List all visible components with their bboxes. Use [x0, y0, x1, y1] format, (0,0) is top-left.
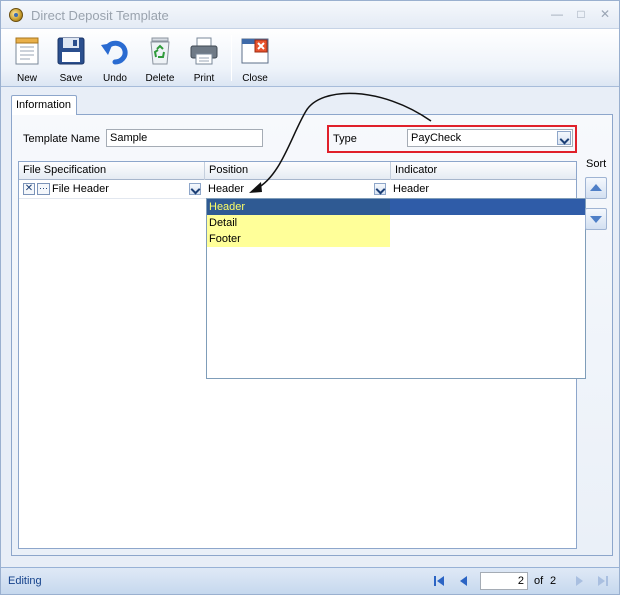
save-disk-icon [57, 37, 85, 65]
tab-information[interactable]: Information [11, 95, 77, 115]
previous-record-icon[interactable] [457, 574, 471, 588]
toolbar-separator [231, 35, 232, 81]
close-button[interactable]: Close [233, 33, 277, 85]
close-button-label: Close [242, 73, 268, 84]
delete-button-label: Delete [145, 73, 175, 84]
save-button-label: Save [59, 73, 83, 84]
recycle-bin-icon [150, 37, 170, 65]
undo-arrow-icon [101, 40, 128, 65]
ellipsis-icon[interactable]: ⋯ [37, 183, 50, 195]
template-name-label: Template Name [23, 133, 101, 145]
dropdown-option-header[interactable]: Header [207, 199, 390, 215]
close-window-icon[interactable]: ✕ [597, 7, 613, 21]
new-button[interactable]: New [5, 33, 49, 85]
minimize-icon[interactable]: — [549, 7, 565, 21]
sort-label: Sort [586, 158, 607, 170]
window-title: Direct Deposit Template [31, 8, 169, 23]
chevron-down-icon[interactable] [189, 183, 201, 195]
page-number-input[interactable]: 2 [480, 572, 528, 590]
first-record-icon[interactable] [432, 574, 446, 588]
sort-up-button[interactable] [585, 177, 607, 199]
save-button[interactable]: Save [49, 33, 93, 85]
title-bar: Direct Deposit Template — □ ✕ [1, 1, 619, 29]
dropdown-option-detail[interactable]: Detail [207, 215, 390, 231]
annotation-arrow [249, 92, 432, 193]
undo-button[interactable]: Undo [93, 33, 137, 85]
delete-button[interactable]: Delete [138, 33, 182, 85]
delete-row-icon[interactable]: ✕ [23, 183, 35, 195]
app-window: Direct Deposit Template — □ ✕ New Save U… [0, 0, 620, 595]
print-button[interactable]: Print [182, 33, 226, 85]
status-bar: Editing 2 of 2 [1, 567, 619, 594]
print-button-label: Print [193, 73, 215, 84]
toolbar: New Save Undo Delete Print Close [1, 29, 619, 87]
position-dropdown-list: Header Detail Footer [206, 198, 586, 379]
arrow-down-icon [590, 216, 602, 223]
page-total: 2 [550, 575, 557, 587]
maximize-icon[interactable]: □ [573, 7, 589, 21]
last-record-icon[interactable] [596, 574, 610, 588]
cell-file-specification[interactable]: File Header [52, 181, 202, 199]
next-record-icon[interactable] [572, 574, 586, 588]
dropdown-selection-bar [390, 199, 585, 215]
status-text: Editing [8, 575, 42, 587]
dropdown-option-footer[interactable]: Footer [207, 231, 390, 247]
new-button-label: New [16, 73, 37, 84]
sort-down-button[interactable] [585, 208, 607, 230]
column-header-file-specification[interactable]: File Specification [19, 162, 205, 180]
new-document-icon [15, 37, 39, 65]
close-form-icon [241, 38, 269, 64]
chevron-down-icon[interactable] [557, 131, 571, 145]
app-icon [9, 8, 23, 22]
page-of-label: of [534, 575, 544, 587]
arrow-up-icon [590, 184, 602, 191]
printer-icon [190, 37, 218, 65]
undo-button-label: Undo [103, 73, 127, 84]
